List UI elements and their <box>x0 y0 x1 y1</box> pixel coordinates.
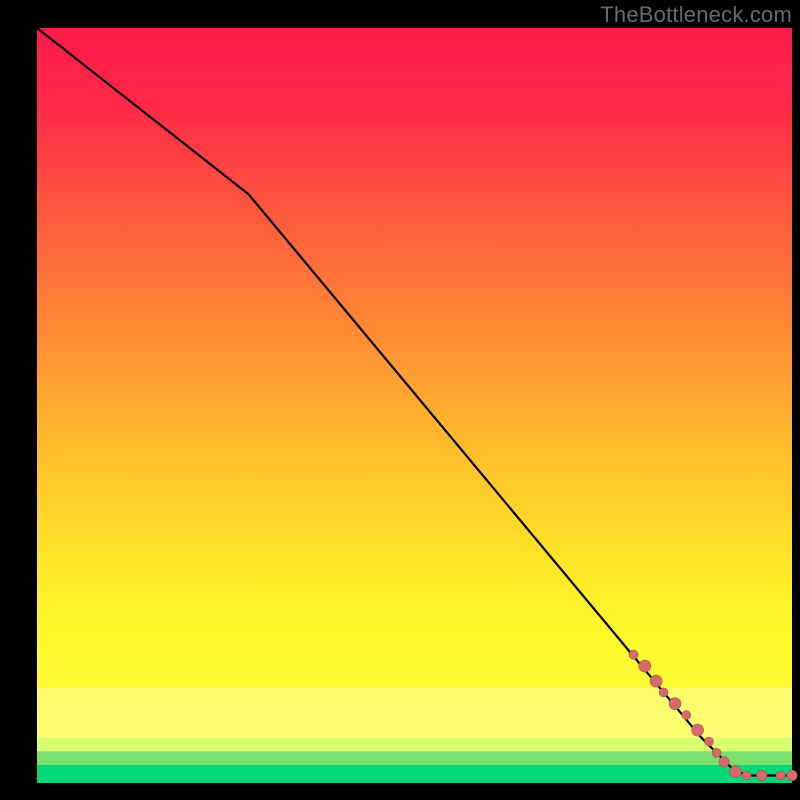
data-point <box>712 748 721 757</box>
data-point <box>669 698 681 710</box>
data-point <box>776 771 785 780</box>
attribution-text: TheBottleneck.com <box>600 2 792 28</box>
data-point <box>787 770 797 780</box>
data-point <box>719 757 729 767</box>
bottleneck-chart <box>0 0 800 800</box>
data-point <box>682 711 691 720</box>
data-point <box>650 675 662 687</box>
data-point <box>659 688 668 697</box>
data-point <box>729 766 741 778</box>
data-point <box>639 660 651 672</box>
data-point <box>742 771 751 780</box>
data-point <box>757 770 767 780</box>
data-point <box>705 737 714 746</box>
chart-container: TheBottleneck.com <box>0 0 800 800</box>
data-point <box>629 650 638 659</box>
data-point <box>692 724 704 736</box>
